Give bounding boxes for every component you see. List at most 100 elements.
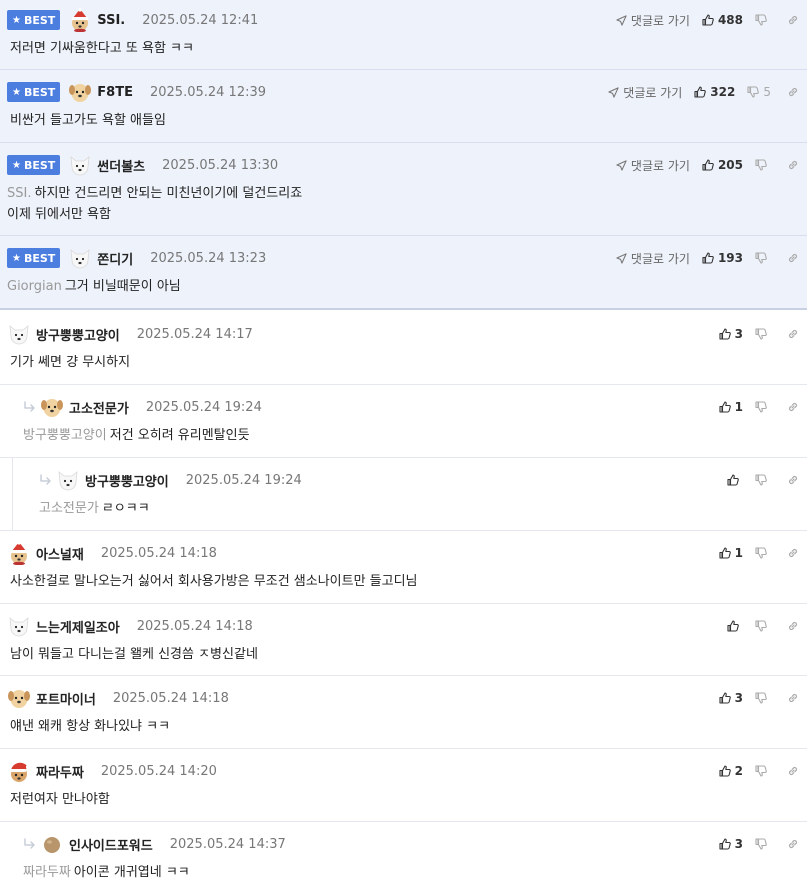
mention[interactable]: 짜라두짜 xyxy=(23,865,71,880)
dislike-button[interactable] xyxy=(755,547,771,559)
avatar-brown-ball-icon[interactable] xyxy=(40,832,64,856)
avatar-puppy-icon[interactable] xyxy=(68,80,92,104)
link-icon[interactable] xyxy=(787,765,799,777)
comment-body: Giorgian 그거 비닐때문이 아님 xyxy=(7,276,697,297)
avatar-white-dog-icon[interactable] xyxy=(68,153,92,177)
comment-author[interactable]: 포트마이너 xyxy=(36,689,96,708)
dislike-button[interactable] xyxy=(755,159,771,171)
like-button[interactable]: 322 xyxy=(694,85,735,99)
like-button[interactable]: 1 xyxy=(719,400,743,414)
like-button[interactable] xyxy=(727,474,743,486)
like-button[interactable]: 488 xyxy=(702,13,743,27)
comment-author[interactable]: 방구뿡뿡고양이 xyxy=(85,471,169,490)
comment-body: 사소한걸로 말나오는거 싫어서 회사용가방은 무조건 샘소나이트만 들고디님 xyxy=(7,571,697,592)
like-count: 322 xyxy=(710,85,736,99)
comment-author[interactable]: 썬더볼츠 xyxy=(97,156,145,175)
mention[interactable]: Giorgian xyxy=(7,279,62,294)
like-button[interactable]: 193 xyxy=(702,251,743,265)
comment: 포트마이너 2025.05.24 14:18 3 얘낸 왜캐 항상 화나있냐 ㅋ… xyxy=(0,676,807,749)
like-button[interactable]: 1 xyxy=(719,546,743,560)
link-icon[interactable] xyxy=(787,159,799,171)
send-arrow-icon xyxy=(616,159,627,171)
avatar-white-dog-icon[interactable] xyxy=(56,468,80,492)
like-button[interactable]: 2 xyxy=(719,764,743,778)
like-count: 3 xyxy=(734,837,743,851)
link-icon[interactable] xyxy=(787,401,799,413)
go-to-comment-link[interactable]: 댓글로 가기 xyxy=(616,157,690,174)
comment-body: 고소전문가 ㄹㅇㅋㅋ xyxy=(39,498,697,519)
like-count: 2 xyxy=(734,764,743,778)
dislike-button[interactable] xyxy=(755,14,771,26)
comment-body: 얘낸 왜캐 항상 화나있냐 ㅋㅋ xyxy=(7,716,697,737)
reply-arrow-icon xyxy=(40,474,51,485)
link-icon[interactable] xyxy=(787,620,799,632)
avatar-white-dog-icon[interactable] xyxy=(68,246,92,270)
comment-actions: 1 xyxy=(719,541,799,565)
dislike-button[interactable] xyxy=(755,474,771,486)
comment-author[interactable]: 느는게제일조아 xyxy=(36,617,120,636)
best-badge: ★ BEST xyxy=(7,10,61,30)
comment-author[interactable]: 고소전문가 xyxy=(69,398,129,417)
dislike-button[interactable] xyxy=(755,328,771,340)
comment-time: 2025.05.24 13:30 xyxy=(162,157,279,173)
like-button[interactable]: 3 xyxy=(719,691,743,705)
mention[interactable]: SSI. xyxy=(7,186,31,201)
link-icon[interactable] xyxy=(787,838,799,850)
comment: 짜라두짜 2025.05.24 14:20 2 저런여자 만나야함 xyxy=(0,749,807,822)
comment-time: 2025.05.24 12:41 xyxy=(142,12,259,28)
like-count: 193 xyxy=(717,251,743,265)
link-icon[interactable] xyxy=(787,328,799,340)
comment-author[interactable]: 인사이드포워드 xyxy=(69,835,153,854)
link-icon[interactable] xyxy=(787,692,799,704)
dislike-button[interactable] xyxy=(755,838,771,850)
avatar-white-dog-icon[interactable] xyxy=(7,614,31,638)
comment-body: 저러면 기싸움한다고 또 욕함 ㅋㅋ xyxy=(7,38,697,59)
comment-author[interactable]: SSI. xyxy=(97,13,125,28)
like-count: 3 xyxy=(734,691,743,705)
avatar-puppy-icon[interactable] xyxy=(7,686,31,710)
like-button[interactable]: 3 xyxy=(719,837,743,851)
comment-author[interactable]: F8TE xyxy=(97,85,133,100)
like-count: 3 xyxy=(734,327,743,341)
avatar-santa-dog-icon[interactable] xyxy=(7,759,31,783)
reply-comment: 방구뿡뿡고양이 2025.05.24 19:24 고소전문가 ㄹㅇㅋㅋ xyxy=(0,458,807,531)
link-icon[interactable] xyxy=(787,474,799,486)
dislike-button[interactable] xyxy=(755,401,771,413)
comment-author[interactable]: 방구뿡뿡고양이 xyxy=(36,325,120,344)
comment-author[interactable]: 아스널재 xyxy=(36,544,84,563)
comment-actions: 3 xyxy=(719,322,799,346)
dislike-button[interactable] xyxy=(755,252,771,264)
thumbs-up-icon xyxy=(702,159,714,171)
link-icon[interactable] xyxy=(787,252,799,264)
send-arrow-icon xyxy=(616,252,627,264)
go-to-comment-link[interactable]: 댓글로 가기 xyxy=(616,250,690,267)
like-button[interactable]: 205 xyxy=(702,158,743,172)
dislike-button[interactable] xyxy=(755,765,771,777)
dislike-button[interactable]: 5 xyxy=(747,85,771,99)
avatar-white-dog-icon[interactable] xyxy=(7,322,31,346)
link-icon[interactable] xyxy=(787,14,799,26)
comment-body: 기가 쎄면 걍 무시하지 xyxy=(7,352,697,373)
comment-author[interactable]: 짜라두짜 xyxy=(36,762,84,781)
comment-text: 얘낸 왜캐 항상 화나있냐 ㅋㅋ xyxy=(10,719,171,734)
comment-text: 저러면 기싸움한다고 또 욕함 ㅋㅋ xyxy=(10,41,194,56)
dislike-button[interactable] xyxy=(755,692,771,704)
avatar-puppy-icon[interactable] xyxy=(40,395,64,419)
mention[interactable]: 고소전문가 xyxy=(39,501,99,516)
star-icon: ★ xyxy=(12,86,21,98)
mention[interactable]: 방구뿡뿡고양이 xyxy=(23,428,107,443)
dislike-button[interactable] xyxy=(755,620,771,632)
go-to-comment-link[interactable]: 댓글로 가기 xyxy=(616,12,690,29)
link-icon[interactable] xyxy=(787,547,799,559)
go-to-comment-link[interactable]: 댓글로 가기 xyxy=(608,84,682,101)
comment-time: 2025.05.24 14:18 xyxy=(100,545,217,561)
like-button[interactable]: 3 xyxy=(719,327,743,341)
best-comment: ★ BEST SSI. 2025.05.24 12:41 댓글로 가기 488 저… xyxy=(0,0,807,70)
avatar-puppy-santa-icon[interactable] xyxy=(68,8,92,32)
link-icon[interactable] xyxy=(787,86,799,98)
comment-author[interactable]: 쫀디기 xyxy=(97,249,133,268)
comment-text: 저건 오히려 유리멘탈인듯 xyxy=(109,428,250,443)
thumbs-down-icon xyxy=(755,620,767,632)
avatar-puppy-santa-icon[interactable] xyxy=(7,541,31,565)
like-button[interactable] xyxy=(727,620,743,632)
